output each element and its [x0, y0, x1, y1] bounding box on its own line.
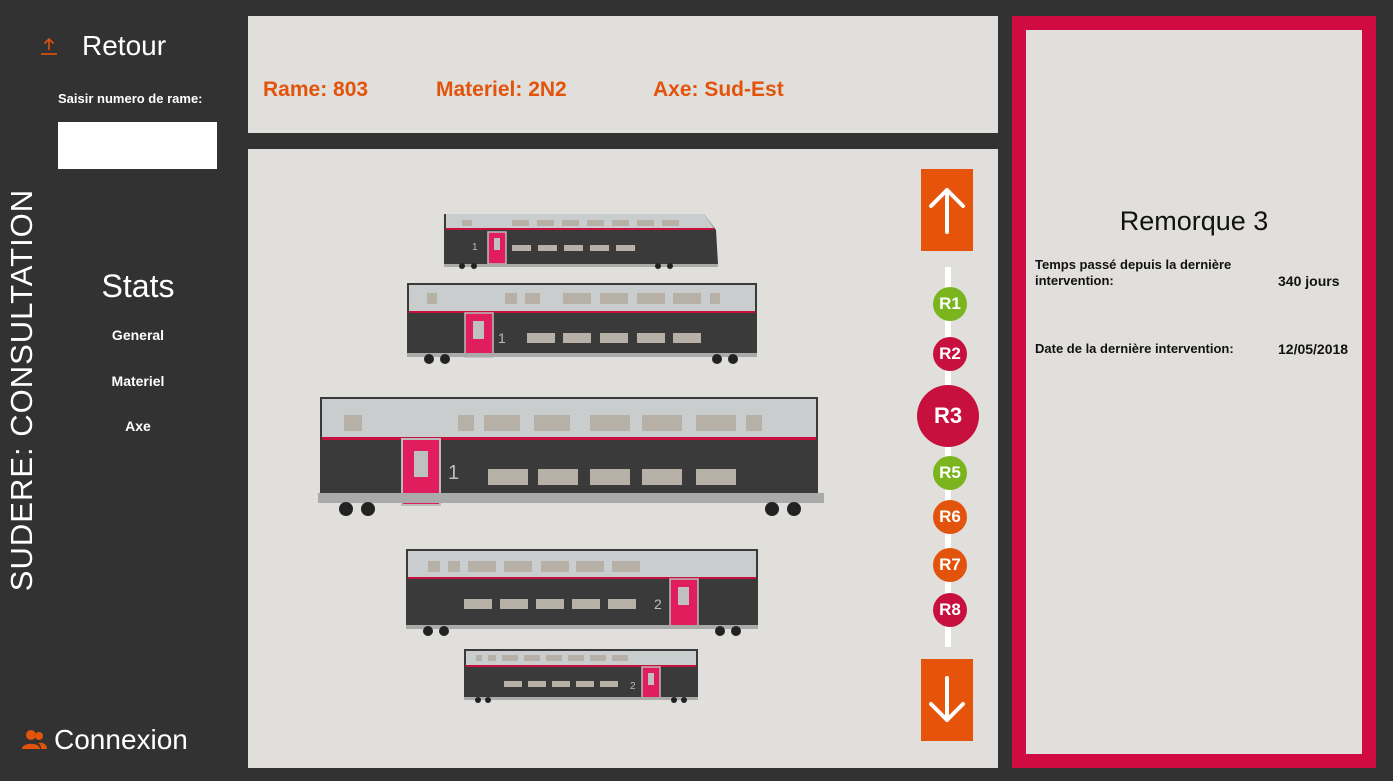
- train-car-2[interactable]: 1: [405, 281, 759, 365]
- detail-panel: Remorque 3 Temps passé depuis la dernièr…: [1012, 16, 1376, 768]
- rame-number-input[interactable]: [58, 122, 217, 169]
- selector-r5[interactable]: R5: [933, 456, 967, 490]
- last-intervention-date-value: 12/05/2018: [1278, 341, 1349, 357]
- axe-info: Axe: Sud-Est: [653, 78, 784, 101]
- last-intervention-elapsed-value: 340 jours: [1278, 273, 1340, 289]
- stats-item-general[interactable]: General: [112, 327, 164, 343]
- back-label: Retour: [82, 30, 167, 61]
- upload-arrow-icon: [41, 37, 57, 55]
- scroll-down-button[interactable]: [921, 659, 973, 741]
- materiel-info: Materiel: 2N2: [436, 78, 567, 101]
- scroll-up-button[interactable]: [921, 169, 973, 251]
- rame-info: Rame: 803: [263, 78, 369, 101]
- detail-title: Remorque 3: [1119, 206, 1269, 236]
- header-panel: Rame: 803 Materiel: 2N2 Axe: Sud-Est: [248, 16, 998, 133]
- stats-item-materiel[interactable]: Materiel: [112, 373, 165, 389]
- stats-title: Stats: [101, 268, 175, 304]
- last-intervention-date-label: Date de la dernière intervention:: [1035, 341, 1234, 356]
- car-number: 1: [472, 242, 478, 253]
- car-number: 2: [654, 596, 662, 612]
- train-car-1[interactable]: 1: [442, 210, 722, 270]
- users-icon: [22, 730, 47, 749]
- selector-r1[interactable]: R1: [933, 287, 967, 321]
- rame-input-label: Saisir numero de rame:: [58, 91, 203, 106]
- connexion-button[interactable]: Connexion: [20, 724, 188, 756]
- sidebar: Retour Saisir numero de rame: SUDERE: CO…: [0, 0, 240, 781]
- car-number: 2: [630, 681, 636, 692]
- back-button[interactable]: Retour: [38, 30, 166, 62]
- train-car-5[interactable]: 2: [462, 647, 704, 703]
- selector-r8[interactable]: R8: [933, 593, 967, 627]
- train-car-3-selected[interactable]: 1: [316, 395, 828, 519]
- car-number: 1: [448, 462, 459, 484]
- arrow-up-icon: [929, 188, 965, 234]
- selector-r7[interactable]: R7: [933, 548, 967, 582]
- train-car-4[interactable]: 2: [404, 547, 760, 637]
- app-title: SUDERE: CONSULTATION: [4, 188, 39, 592]
- train-panel: 1 1 1 2 2 R1 R2 R3 R5 R6 R7 R8: [248, 149, 998, 768]
- selector-r2[interactable]: R2: [933, 337, 967, 371]
- last-intervention-elapsed-label: Temps passé depuis la dernière intervent…: [1035, 257, 1232, 288]
- arrow-down-icon: [929, 676, 965, 722]
- car-number: 1: [498, 330, 506, 346]
- connexion-label: Connexion: [54, 724, 188, 755]
- selector-r6[interactable]: R6: [933, 500, 967, 534]
- selector-r3-selected[interactable]: R3: [917, 385, 979, 447]
- stats-item-axe[interactable]: Axe: [125, 418, 151, 434]
